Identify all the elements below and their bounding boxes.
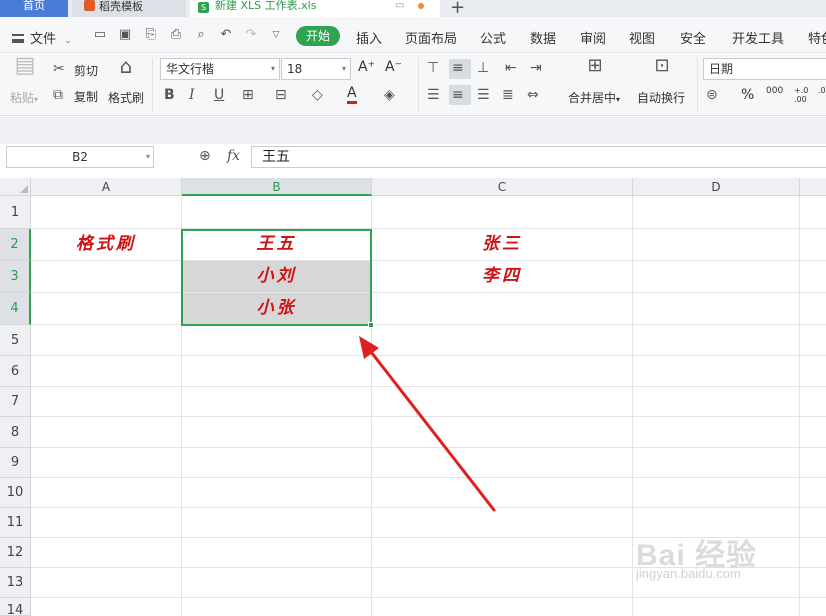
font-name-select[interactable]: 华文行楷 ▾ (160, 58, 280, 80)
decrease-decimal-button[interactable]: .00 +.0 (818, 86, 826, 95)
increase-decimal-button[interactable]: +.0 .00 (794, 86, 814, 104)
tab-document[interactable]: S 新建 XLS 工作表.xls ▭ (190, 0, 440, 17)
tab-review[interactable]: 审阅 (580, 28, 606, 47)
formula-bar: B2 ▾ ⊕ fx 王五 (0, 117, 826, 178)
merge-center-button[interactable]: 合并居中▾ (568, 89, 620, 106)
tab-start[interactable]: 开始 (296, 26, 340, 46)
paste-icon[interactable]: ▤ (12, 55, 38, 82)
copy-button[interactable]: 复制 (74, 88, 98, 105)
file-menu[interactable]: 文件 ⌄ (12, 28, 72, 47)
ribbon-spacer (0, 117, 826, 144)
chevron-down-icon: ⌄ (64, 36, 72, 46)
tab-security[interactable]: 安全 (680, 28, 706, 47)
paste-label: 粘贴 (10, 91, 35, 105)
chevron-down-icon: ▾ (145, 152, 150, 161)
underline-icon[interactable]: U (214, 87, 224, 103)
divider (418, 58, 419, 112)
shrink-font-button[interactable]: A⁻ (385, 59, 402, 75)
tab-bar: 首页 稻壳模板 S 新建 XLS 工作表.xls ▭ + (0, 0, 826, 18)
new-tab-plus-icon[interactable]: + (450, 0, 465, 18)
spreadsheet-icon: S (198, 2, 209, 13)
pin-icon[interactable]: ▭ (395, 0, 404, 12)
increase-indent-icon[interactable]: ⇥ (530, 60, 542, 76)
insert-function-button[interactable]: fx (227, 148, 240, 164)
save-icon[interactable]: ▣ (117, 27, 133, 43)
file-menu-label: 文件 (30, 32, 57, 47)
undo-icon[interactable]: ↶ (218, 27, 234, 43)
print-icon[interactable]: ⎙ (168, 27, 184, 43)
font-size-select[interactable]: 18 ▾ (281, 58, 351, 80)
align-center-icon[interactable]: ≡ (452, 87, 464, 103)
merge-center-icon: ⊞ (587, 55, 603, 76)
italic-icon[interactable]: I (189, 87, 195, 103)
wrap-text-icon: ⊡ (654, 55, 670, 76)
customize-dropdown-icon[interactable]: ▽ (268, 27, 284, 43)
tab-template-label: 稻壳模板 (99, 0, 143, 13)
fill-color-icon[interactable]: ◇ (312, 87, 323, 103)
docer-icon (84, 0, 95, 11)
merge-center-label: 合并居中 (568, 91, 617, 105)
export-icon[interactable]: ⎘ (143, 27, 159, 43)
ribbon: ▤ 粘贴▾ ✂ 剪切 ⧉ 复制 ⌂ 格式刷 华文行楷 ▾ 18 ▾ A⁺ A⁻ B … (0, 54, 826, 116)
chevron-down-icon: ▾ (270, 64, 275, 73)
spreadsheet-grid[interactable]: A B C D 1 2 3 4 5 6 7 8 9 10 11 12 13 14… (0, 178, 826, 616)
print-preview-icon[interactable]: ⌕ (193, 27, 209, 43)
grow-font-button[interactable]: A⁺ (358, 59, 375, 75)
hamburger-icon (12, 34, 24, 43)
chevron-down-icon: ▾ (341, 64, 346, 73)
watermark-url: jingyan.baidu.com (636, 566, 741, 581)
currency-icon[interactable]: ⊜ (706, 87, 718, 103)
baidu-watermark: Bai 经验 jingyan.baidu.com (636, 530, 816, 600)
cut-button[interactable]: 剪切 (74, 62, 98, 79)
formula-input[interactable]: 王五 (251, 146, 826, 168)
tab-insert[interactable]: 插入 (356, 28, 382, 47)
name-box-value: B2 (72, 150, 88, 164)
open-folder-icon[interactable]: ▭ (92, 27, 108, 43)
align-left-icon[interactable]: ☰ (427, 87, 440, 103)
menu-bar: 文件 ⌄ ▭ ▣ ⎘ ⎙ ⌕ ↶ ↷ ▽ 开始 插入 页面布局 公式 数据 审阅… (0, 17, 826, 53)
align-right-icon[interactable]: ☰ (477, 87, 490, 103)
align-bottom-icon[interactable]: ⊥ (477, 60, 489, 76)
tab-special[interactable]: 特色 (808, 28, 826, 47)
redo-icon[interactable]: ↷ (243, 27, 259, 43)
tab-developer[interactable]: 开发工具 (732, 28, 784, 47)
font-name-value: 华文行楷 (166, 62, 215, 76)
copy-icon: ⧉ (53, 87, 63, 103)
scissors-icon: ✂ (53, 61, 65, 77)
arrow-shaft (366, 346, 496, 512)
justify-icon[interactable]: ≣ (502, 87, 514, 103)
number-format-value: 日期 (709, 62, 734, 76)
divider (697, 58, 698, 112)
tab-document-label: 新建 XLS 工作表.xls (215, 0, 317, 12)
tab-home-label: 首页 (23, 0, 45, 12)
thousands-button[interactable]: 000 (766, 86, 783, 96)
divider (152, 58, 153, 112)
format-painter-icon: ⌂ (119, 54, 133, 78)
align-top-icon[interactable]: ⊤ (427, 60, 439, 76)
font-size-value: 18 (287, 62, 303, 76)
tab-home[interactable]: 首页 (0, 0, 68, 17)
distributed-icon[interactable]: ⇔ (527, 87, 539, 103)
bold-icon[interactable]: B (164, 87, 175, 103)
zoom-icon[interactable]: ⊕ (199, 148, 211, 164)
align-middle-icon[interactable]: ≡ (452, 60, 464, 76)
name-box[interactable]: B2 ▾ (6, 146, 154, 168)
format-painter-button[interactable]: 格式刷 (108, 89, 144, 106)
tab-page-layout[interactable]: 页面布局 (405, 28, 457, 47)
paste-button[interactable]: 粘贴▾ (10, 89, 38, 106)
border-icon[interactable]: ⊞ (242, 87, 254, 103)
tab-data[interactable]: 数据 (530, 28, 556, 47)
arrow-head (359, 336, 379, 359)
decrease-indent-icon[interactable]: ⇤ (505, 60, 517, 76)
unsaved-dot-icon (418, 3, 424, 9)
wrap-text-button[interactable]: 自动换行 (637, 89, 685, 106)
font-color-icon[interactable]: A (347, 85, 357, 104)
tab-template[interactable]: 稻壳模板 (72, 0, 186, 17)
tab-formulas[interactable]: 公式 (480, 28, 506, 47)
fill-pattern-icon[interactable]: ⊟ (275, 87, 287, 103)
number-format-select[interactable]: 日期 (703, 58, 826, 80)
percent-button[interactable]: % (741, 87, 754, 103)
tab-view[interactable]: 视图 (629, 28, 655, 47)
clear-format-icon[interactable]: ◈ (384, 87, 395, 103)
